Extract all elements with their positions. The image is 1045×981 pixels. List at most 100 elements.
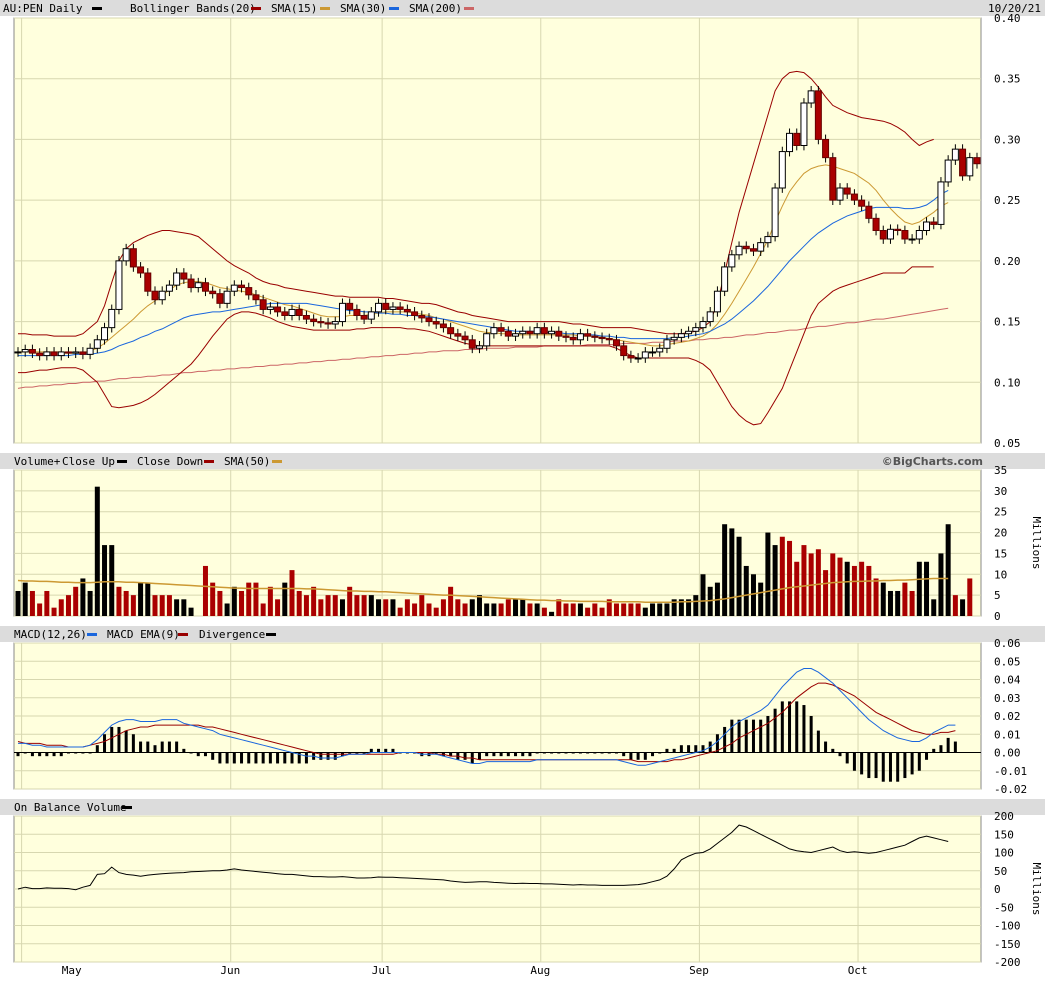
candle-body xyxy=(274,306,282,313)
volume-bar xyxy=(224,603,230,616)
macd-ytick-label: 0.00 xyxy=(994,747,1021,760)
volume-bar xyxy=(520,599,526,616)
divergence-bar xyxy=(175,741,179,753)
divergence-bar xyxy=(369,748,373,753)
candle-body xyxy=(216,293,224,304)
candle-body xyxy=(79,351,87,355)
x-axis-month-label: Aug xyxy=(530,964,550,977)
divergence-bar xyxy=(391,748,395,753)
price-ytick-label: 0.30 xyxy=(994,133,1021,146)
volume-bar xyxy=(534,603,540,616)
volume-bar xyxy=(73,586,79,616)
candle-body xyxy=(771,187,779,238)
volume-bar xyxy=(628,603,634,616)
volume-bar xyxy=(484,603,490,616)
volume-bar xyxy=(887,590,893,616)
candle-body xyxy=(836,187,844,201)
x-axis-month-label: Jun xyxy=(220,964,240,977)
candle-body xyxy=(418,315,426,319)
divergence-bar xyxy=(751,719,755,753)
divergence-bar xyxy=(521,752,525,757)
divergence-bar xyxy=(744,719,748,753)
volume-bar xyxy=(87,590,93,616)
candle-body xyxy=(28,349,36,354)
volume-bar xyxy=(873,578,879,616)
divergence-bar xyxy=(283,752,287,764)
divergence-bar xyxy=(687,745,691,753)
divergence-bar xyxy=(167,741,171,753)
divergence-bar xyxy=(268,752,272,764)
volume-bar xyxy=(599,607,605,616)
volume-bar xyxy=(181,599,187,616)
divergence-bar xyxy=(139,741,143,753)
candle-body xyxy=(447,327,455,335)
volume-bar xyxy=(325,595,331,616)
candle-body xyxy=(338,302,346,323)
volume-bar xyxy=(693,595,699,616)
divergence-bar xyxy=(225,752,229,764)
candle-body xyxy=(562,335,570,338)
obv-ytick-label: -150 xyxy=(994,938,1021,951)
candle-body xyxy=(908,238,916,241)
volume-bar xyxy=(311,586,317,616)
volume-bar xyxy=(772,545,778,616)
volume-plot-area xyxy=(13,469,982,617)
divergence-bar xyxy=(629,752,633,760)
candle-body xyxy=(569,336,577,341)
volume-bar xyxy=(938,553,944,616)
candle-body xyxy=(137,266,145,274)
volume-bar xyxy=(289,570,295,616)
candle-body xyxy=(57,351,65,357)
divergence-bar xyxy=(160,741,164,753)
candle-body xyxy=(266,306,274,310)
divergence-bar xyxy=(636,752,640,760)
candle-body xyxy=(612,339,620,347)
candle-body xyxy=(490,327,498,335)
divergence-bar xyxy=(506,752,510,757)
divergence-bar xyxy=(917,752,921,771)
volume-bar xyxy=(217,590,223,616)
divergence-bar xyxy=(643,752,647,760)
candle-body xyxy=(36,352,44,357)
x-axis-month-label: May xyxy=(62,964,82,977)
divergence-bar xyxy=(463,752,467,760)
candle-body xyxy=(728,254,736,268)
divergence-bar xyxy=(247,752,251,764)
volume-bar xyxy=(794,561,800,616)
candle-body xyxy=(173,272,181,286)
volume-bar xyxy=(700,574,706,616)
obv-ytick-label: -200 xyxy=(994,956,1021,969)
price-ytick-label: 0.05 xyxy=(994,437,1021,450)
volume-bar xyxy=(339,599,345,616)
price-ytick-label: 0.35 xyxy=(994,73,1021,86)
candle-body xyxy=(540,327,548,335)
divergence-bar xyxy=(45,752,49,757)
candle-body xyxy=(735,245,743,256)
candle-body xyxy=(238,284,246,289)
volume-bar xyxy=(138,582,144,616)
volume-bar xyxy=(303,595,309,616)
candle-body xyxy=(865,205,873,219)
divergence-bar xyxy=(30,752,34,757)
volume-bar xyxy=(368,595,374,616)
divergence-bar xyxy=(95,745,99,753)
volume-bar xyxy=(390,599,396,616)
candle-body xyxy=(389,306,397,310)
candle-body xyxy=(101,327,109,341)
volume-bar xyxy=(570,603,576,616)
divergence-bar xyxy=(780,701,784,753)
candle-body xyxy=(439,323,447,329)
candle-body xyxy=(64,351,72,354)
volume-bar xyxy=(51,607,57,616)
divergence-bar xyxy=(384,748,388,753)
volume-bar xyxy=(188,607,194,616)
candle-body xyxy=(814,90,822,140)
divergence-bar xyxy=(824,741,828,753)
candle-body xyxy=(749,248,757,252)
macd-ytick-label: 0.02 xyxy=(994,710,1021,723)
volume-unit-label: Millions xyxy=(1030,517,1043,570)
volume-bar xyxy=(376,599,382,616)
divergence-bar xyxy=(514,752,518,757)
obv-ytick-label: 150 xyxy=(994,828,1014,841)
divergence-bar xyxy=(788,701,792,753)
